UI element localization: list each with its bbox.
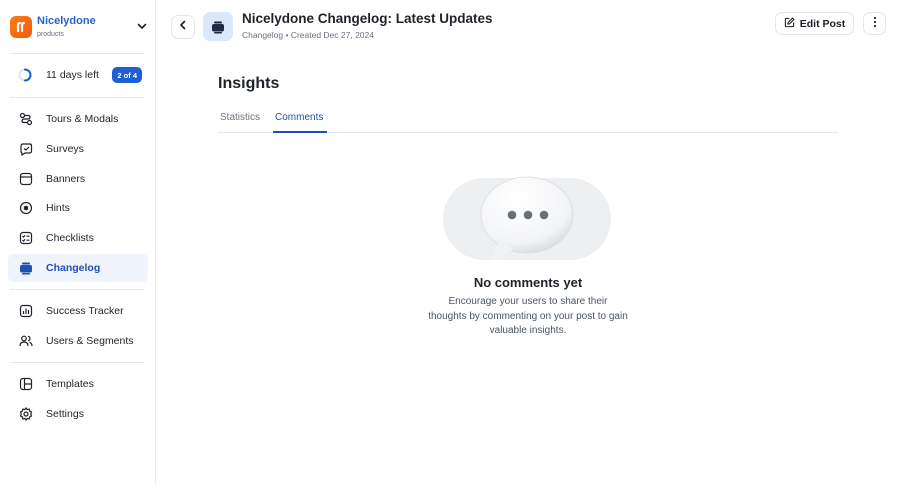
sidebar-divider — [10, 362, 144, 363]
sidebar: Nicelydone products 11 days left 2 of 4 … — [0, 0, 156, 484]
sidebar-item-hints[interactable]: Hints — [8, 194, 148, 222]
trial-days-left: 11 days left — [46, 69, 99, 81]
success-tracker-icon — [19, 304, 33, 318]
sidebar-item-tours-modals[interactable]: Tours & Modals — [8, 105, 148, 133]
changelog-post-icon — [203, 12, 233, 41]
sidebar-item-label: Templates — [46, 378, 94, 390]
sidebar-item-label: Settings — [46, 408, 84, 420]
brand-logo — [10, 16, 32, 38]
checklists-icon — [19, 231, 33, 245]
empty-state-description: Encourage your users to share their thou… — [428, 296, 628, 336]
workspace-subtitle: products — [37, 31, 64, 38]
sidebar-item-label: Surveys — [46, 143, 84, 155]
sidebar-item-settings[interactable]: Settings — [8, 400, 148, 428]
back-button[interactable] — [171, 15, 195, 39]
edit-icon — [784, 15, 795, 33]
post-meta: Changelog • Created Dec 27, 2024 — [242, 30, 374, 40]
sidebar-item-users-segments[interactable]: Users & Segments — [8, 327, 148, 355]
hints-icon — [19, 201, 33, 215]
trial-progress-ring — [18, 68, 32, 82]
surveys-icon — [19, 142, 33, 156]
tab-statistics[interactable]: Statistics — [220, 112, 260, 123]
sidebar-item-label: Tours & Modals — [46, 113, 119, 125]
sidebar-item-label: Banners — [46, 173, 86, 185]
sidebar-item-templates[interactable]: Templates — [8, 370, 148, 398]
insights-tabs: Statistics Comments — [218, 108, 838, 133]
sidebar-item-banners[interactable]: Banners — [8, 165, 148, 193]
edit-post-label: Edit Post — [799, 17, 846, 30]
changelog-icon — [19, 261, 33, 275]
active-tab-indicator — [273, 131, 327, 133]
trial-status[interactable]: 11 days left 2 of 4 — [18, 66, 142, 84]
tab-comments[interactable]: Comments — [275, 112, 323, 123]
settings-icon — [19, 407, 33, 421]
tours-icon — [19, 112, 33, 126]
sidebar-divider — [10, 97, 144, 98]
templates-icon — [19, 377, 33, 391]
sidebar-item-label: Hints — [46, 202, 70, 214]
speech-bubble-illustration — [443, 176, 611, 261]
sidebar-item-checklists[interactable]: Checklists — [8, 224, 148, 252]
chevron-down-icon[interactable] — [134, 18, 150, 34]
sidebar-item-surveys[interactable]: Surveys — [8, 135, 148, 163]
more-vertical-icon — [873, 15, 877, 33]
more-options-button[interactable] — [863, 12, 886, 35]
page-title: Nicelydone Changelog: Latest Updates — [242, 11, 493, 26]
workspace-switcher[interactable]: Nicelydone products — [10, 12, 150, 42]
empty-state-title: No comments yet — [473, 275, 583, 290]
sidebar-divider — [10, 289, 144, 290]
sidebar-item-label: Success Tracker — [46, 305, 124, 317]
sidebar-divider — [10, 53, 144, 54]
workspace-name: Nicelydone — [37, 15, 96, 27]
edit-post-button[interactable]: Edit Post — [775, 12, 854, 35]
trial-badge: 2 of 4 — [112, 67, 142, 83]
banners-icon — [19, 172, 33, 186]
sidebar-item-success-tracker[interactable]: Success Tracker — [8, 297, 148, 325]
chevron-left-icon — [177, 18, 189, 36]
section-title: Insights — [218, 75, 280, 92]
sidebar-item-label: Changelog — [46, 262, 101, 274]
users-icon — [19, 334, 33, 348]
sidebar-item-changelog[interactable]: Changelog — [8, 254, 148, 282]
sidebar-item-label: Users & Segments — [46, 335, 134, 347]
sidebar-item-label: Checklists — [46, 232, 94, 244]
